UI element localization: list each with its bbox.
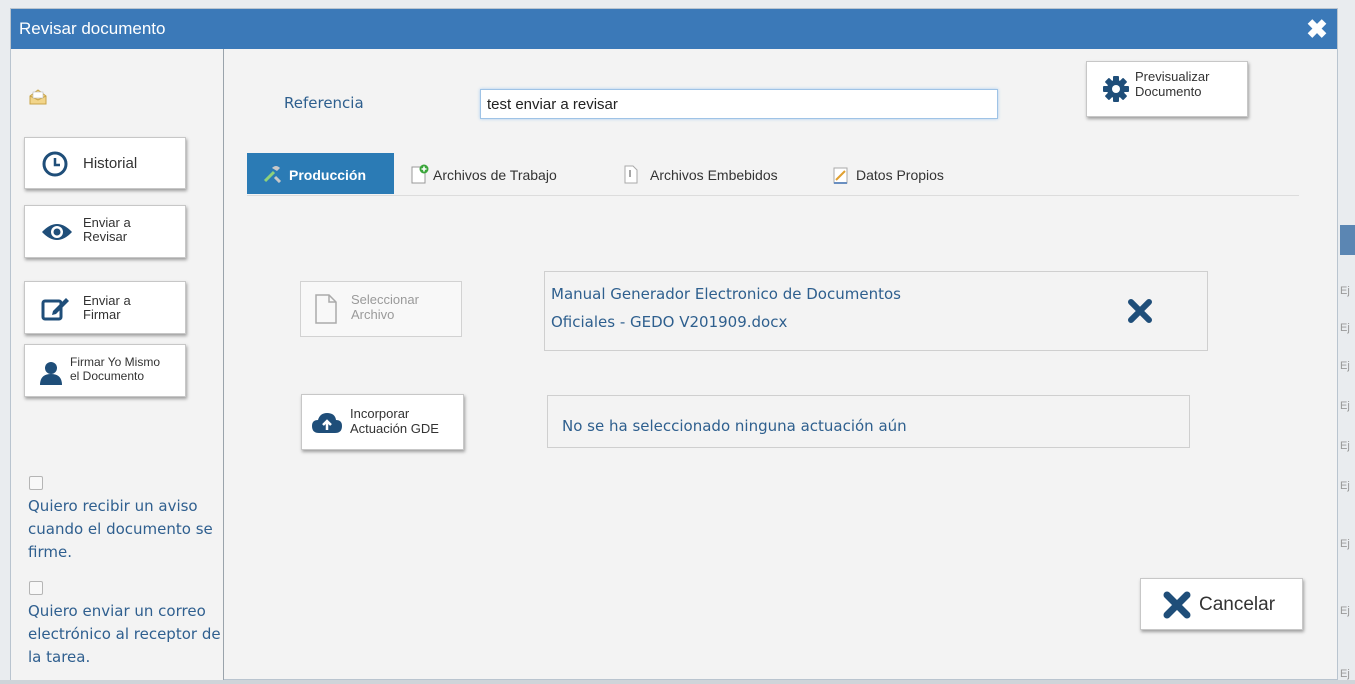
close-x-icon: [1163, 591, 1191, 624]
referencia-label: Referencia: [284, 94, 364, 112]
remove-file-icon[interactable]: [1127, 298, 1153, 324]
incorporar-line2: Actuación GDE: [350, 421, 439, 436]
background-cell: Ej: [1340, 322, 1350, 334]
previsualizar-line2: Documento: [1135, 84, 1202, 99]
background-cell: Ej: [1340, 400, 1350, 412]
seleccionar-line2: Archivo: [351, 307, 395, 322]
historial-button[interactable]: Historial: [24, 137, 186, 189]
tab-datos-propios-label: Datos Propios: [856, 167, 944, 183]
clock-icon: [42, 151, 68, 182]
enviar-revisar-line1: Enviar a: [83, 215, 131, 230]
correo-checkbox-label: Quiero enviar un correo electrónico al r…: [28, 602, 221, 666]
tab-archivos-embebidos[interactable]: Archivos Embebidos: [623, 153, 805, 194]
previsualizar-line1: Previsualizar: [1135, 69, 1210, 84]
background-cell: Ej: [1340, 440, 1350, 452]
selected-file-name: Manual Generador Electronico de Document…: [551, 280, 991, 336]
enviar-revisar-line2: Revisar: [83, 229, 128, 244]
tab-produccion[interactable]: Producción: [247, 153, 394, 194]
correo-checkbox[interactable]: [29, 581, 43, 595]
edit-doc-icon: [832, 165, 850, 188]
previsualizar-documento-button[interactable]: Previsualizar Documento: [1086, 61, 1248, 117]
referencia-input[interactable]: [480, 89, 998, 119]
background-cell: Ej: [1340, 480, 1350, 492]
incorporar-line1: Incorporar: [350, 406, 410, 421]
enviar-firmar-line2: Firmar: [83, 307, 121, 322]
file-name-line2: Oficiales - GEDO V201909.docx: [551, 313, 788, 331]
background-cell: Ej: [1340, 605, 1350, 617]
cloud-upload-icon: [311, 411, 343, 440]
pencil-edit-icon: [41, 295, 71, 326]
enviar-a-firmar-button[interactable]: Enviar a Firmar: [24, 281, 186, 334]
historial-label: Historial: [83, 155, 138, 172]
background-column-header: [1340, 225, 1355, 255]
background-cell: Ej: [1340, 285, 1350, 297]
dialog-title: Revisar documento: [19, 19, 166, 38]
file-icon: [315, 294, 337, 329]
actuacion-status-text: No se ha seleccionado ninguna actuación …: [562, 417, 907, 435]
close-x-icon[interactable]: ✖: [1303, 15, 1331, 43]
tab-archivos-trabajo-label: Archivos de Trabajo: [433, 167, 557, 183]
cancelar-label: Cancelar: [1199, 594, 1276, 615]
enviar-firmar-line1: Enviar a: [83, 293, 131, 308]
firmar-yo-line2: el Documento: [70, 369, 145, 383]
cancelar-button[interactable]: Cancelar: [1140, 578, 1303, 630]
seleccionar-line1: Seleccionar: [351, 292, 419, 307]
tab-datos-propios[interactable]: Datos Propios: [830, 153, 970, 194]
background-bottom-strip: [0, 680, 1355, 684]
attachment-icon: [623, 164, 639, 187]
background-cell: Ej: [1340, 668, 1350, 680]
file-name-line1: Manual Generador Electronico de Document…: [551, 285, 901, 303]
file-add-icon: [411, 164, 429, 187]
enviar-a-revisar-button[interactable]: Enviar a Revisar: [24, 205, 186, 258]
eye-icon: [41, 222, 73, 247]
aviso-checkbox[interactable]: [29, 476, 43, 490]
firmar-yo-mismo-button[interactable]: Firmar Yo Mismo el Documento: [24, 344, 186, 397]
seleccionar-archivo-button[interactable]: Seleccionar Archivo: [300, 281, 462, 337]
tab-produccion-label: Producción: [289, 167, 367, 183]
document-tabs: Producción Archivos de Trabajo Archivos …: [247, 153, 1299, 196]
revisar-documento-dialog: Revisar documento ✖ Historial Enviar a R…: [10, 8, 1338, 680]
background-cell: Ej: [1340, 538, 1350, 550]
gear-icon: [1103, 76, 1129, 107]
selected-file-box: Manual Generador Electronico de Document…: [544, 271, 1208, 351]
envelope-open-icon: [29, 89, 47, 110]
firmar-yo-line1: Firmar Yo Mismo: [70, 355, 161, 369]
tools-icon: [263, 165, 283, 186]
dialog-titlebar: Revisar documento ✖: [11, 9, 1337, 49]
left-panel: Historial Enviar a Revisar Enviar a Firm…: [11, 49, 224, 680]
background-cell: Ej: [1340, 360, 1350, 372]
user-icon: [40, 361, 62, 390]
tab-archivos-embebidos-label: Archivos Embebidos: [650, 167, 778, 183]
aviso-checkbox-label: Quiero recibir un aviso cuando el docume…: [28, 497, 213, 561]
actuacion-box: No se ha seleccionado ninguna actuación …: [547, 395, 1190, 448]
main-panel: Referencia Previsualizar Documento: [224, 49, 1337, 680]
tab-archivos-trabajo[interactable]: Archivos de Trabajo: [407, 153, 589, 194]
incorporar-actuacion-gde-button[interactable]: Incorporar Actuación GDE: [301, 394, 464, 450]
